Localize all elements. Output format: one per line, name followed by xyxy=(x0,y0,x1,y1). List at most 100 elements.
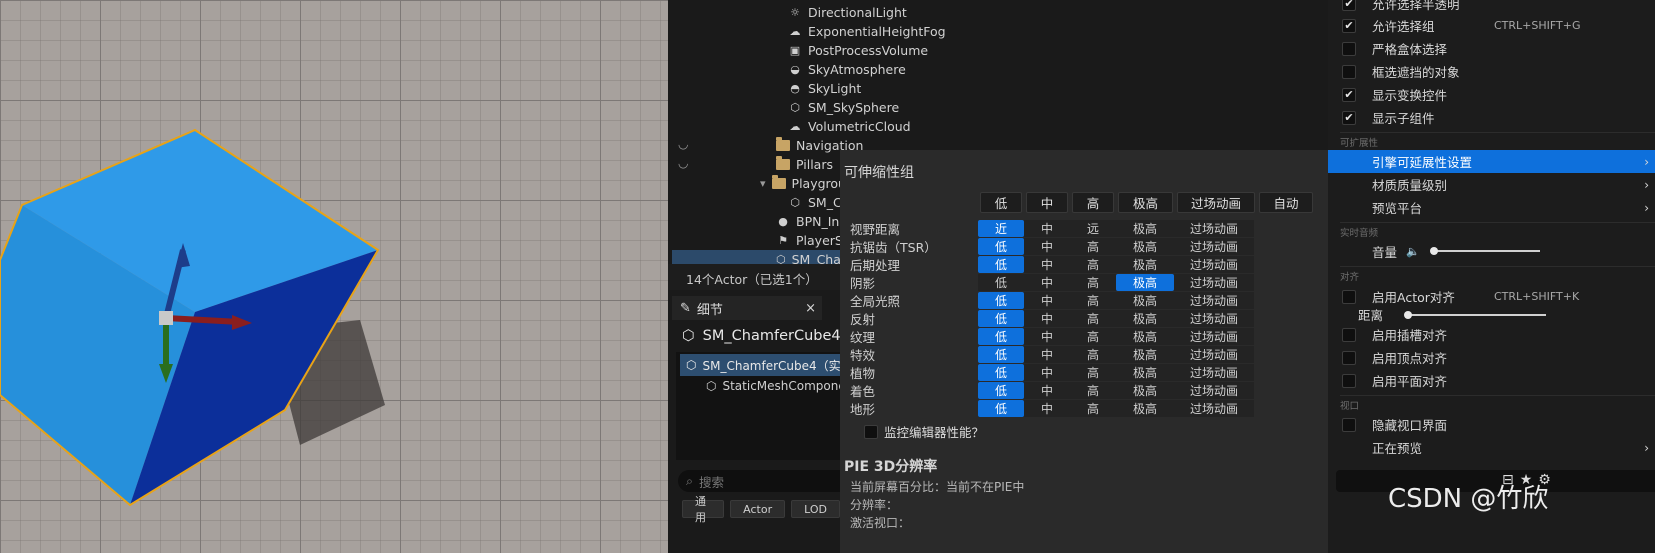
volume-slider-knob[interactable] xyxy=(1430,247,1438,255)
preset-medium-button[interactable]: 中 xyxy=(1026,192,1068,213)
scalability-option[interactable]: 高 xyxy=(1070,292,1116,309)
volume-slider[interactable] xyxy=(1434,250,1540,252)
scalability-option[interactable]: 远 xyxy=(1070,220,1116,237)
checkbox[interactable]: ✔ xyxy=(1342,87,1356,102)
scalability-option[interactable]: 中 xyxy=(1024,328,1070,345)
checkbox[interactable] xyxy=(1342,64,1356,79)
outliner-row[interactable]: ☁ VolumetricCloud xyxy=(788,117,911,136)
monitor-checkbox[interactable] xyxy=(864,424,878,439)
outliner-row[interactable]: ● BPN_Ins xyxy=(776,212,846,231)
checkbox[interactable] xyxy=(1342,350,1356,365)
filter-actor-button[interactable]: Actor xyxy=(730,500,786,518)
scalability-option[interactable]: 极高 xyxy=(1116,364,1174,381)
scalability-option[interactable]: 极高 xyxy=(1116,400,1174,417)
outliner-row[interactable]: ☁ ExponentialHeightFog xyxy=(788,22,946,41)
checkbox[interactable] xyxy=(1342,327,1356,342)
preset-high-button[interactable]: 高 xyxy=(1072,192,1114,213)
scalability-option[interactable]: 极高 xyxy=(1116,328,1174,345)
checkbox[interactable] xyxy=(1342,289,1356,304)
scalability-option[interactable]: 中 xyxy=(1024,292,1070,309)
checkbox[interactable] xyxy=(1342,41,1356,56)
outliner-row[interactable]: ▾ Playgrou xyxy=(760,174,846,193)
details-search-input[interactable]: ⌕ 搜索 xyxy=(678,470,840,492)
outliner-row[interactable]: ◓ SkyLight xyxy=(788,79,861,98)
scalability-option[interactable]: 中 xyxy=(1024,346,1070,363)
distance-slider-knob[interactable] xyxy=(1404,311,1412,319)
scalability-option[interactable]: 过场动画 xyxy=(1174,310,1254,327)
scalability-option[interactable]: 低 xyxy=(978,364,1024,381)
menu-item[interactable]: 严格盒体选择 xyxy=(1328,37,1655,60)
monitor-editor-performance[interactable]: 监控编辑器性能？ xyxy=(864,422,984,441)
scalability-option[interactable]: 近 xyxy=(978,220,1024,237)
outliner-row[interactable]: ◒ SkyAtmosphere xyxy=(788,60,906,79)
scalability-option[interactable]: 过场动画 xyxy=(1174,328,1254,345)
scalability-option[interactable]: 低 xyxy=(978,328,1024,345)
checkbox[interactable] xyxy=(1342,417,1356,432)
scalability-option[interactable]: 低 xyxy=(978,400,1024,417)
scalability-option[interactable]: 低 xyxy=(978,346,1024,363)
scalability-option[interactable]: 过场动画 xyxy=(1174,220,1254,237)
scalability-option[interactable]: 中 xyxy=(1024,364,1070,381)
details-tab[interactable]: ✎ 细节 × xyxy=(672,296,822,320)
scalability-option[interactable]: 中 xyxy=(1024,256,1070,273)
outliner-row[interactable]: ▣ PostProcessVolume xyxy=(788,41,928,60)
scalability-option[interactable]: 过场动画 xyxy=(1174,274,1254,291)
menu-item-submenu[interactable]: 材质质量级别 › xyxy=(1328,173,1655,196)
scalability-option[interactable]: 低 xyxy=(978,256,1024,273)
outliner-row[interactable]: ⬡ SM_SkySphere xyxy=(788,98,899,117)
preset-cinematic-button[interactable]: 过场动画 xyxy=(1177,192,1255,213)
scalability-option[interactable]: 过场动画 xyxy=(1174,292,1254,309)
scalability-option[interactable]: 极高 xyxy=(1116,256,1174,273)
checkbox[interactable] xyxy=(1342,373,1356,388)
scalability-option[interactable]: 高 xyxy=(1070,364,1116,381)
checkbox[interactable]: ✔ xyxy=(1342,0,1356,11)
menu-item[interactable]: ✔ 允许选择半透明 xyxy=(1328,0,1655,15)
scalability-option[interactable]: 过场动画 xyxy=(1174,256,1254,273)
scalability-option[interactable]: 低 xyxy=(978,292,1024,309)
scalability-option[interactable]: 极高 xyxy=(1116,292,1174,309)
close-icon[interactable]: × xyxy=(805,301,816,316)
preset-auto-button[interactable]: 自动 xyxy=(1259,192,1313,213)
scalability-option[interactable]: 高 xyxy=(1070,400,1116,417)
scalability-option[interactable]: 中 xyxy=(1024,238,1070,255)
scalability-option[interactable]: 中 xyxy=(1024,400,1070,417)
component-child[interactable]: ⬡ StaticMeshCompone xyxy=(706,379,846,393)
scalability-option[interactable]: 中 xyxy=(1024,274,1070,291)
scalability-option[interactable]: 极高 xyxy=(1116,382,1174,399)
volume-control[interactable]: 音量 🔈 xyxy=(1328,240,1655,263)
menu-item[interactable]: ✔ 显示子组件 xyxy=(1328,106,1655,129)
scalability-option[interactable]: 高 xyxy=(1070,274,1116,291)
scalability-option[interactable]: 高 xyxy=(1070,310,1116,327)
scalability-option[interactable]: 低 xyxy=(978,238,1024,255)
menu-item[interactable]: 启用插槽对齐 xyxy=(1328,323,1655,346)
scalability-option[interactable]: 过场动画 xyxy=(1174,238,1254,255)
scalability-option[interactable]: 中 xyxy=(1024,310,1070,327)
menu-item-submenu[interactable]: 预览平台 › xyxy=(1328,196,1655,219)
preset-epic-button[interactable]: 极高 xyxy=(1118,192,1173,213)
visibility-icon[interactable]: ◡ xyxy=(678,156,688,170)
checkbox[interactable]: ✔ xyxy=(1342,110,1356,125)
scalability-option[interactable]: 低 xyxy=(978,382,1024,399)
scalability-option[interactable]: 极高 xyxy=(1116,274,1174,291)
scalability-option[interactable]: 高 xyxy=(1070,328,1116,345)
scalability-option[interactable]: 高 xyxy=(1070,256,1116,273)
scalability-option[interactable]: 极高 xyxy=(1116,310,1174,327)
scalability-option[interactable]: 高 xyxy=(1070,238,1116,255)
scalability-option[interactable]: 中 xyxy=(1024,382,1070,399)
scalability-option[interactable]: 过场动画 xyxy=(1174,400,1254,417)
preset-low-button[interactable]: 低 xyxy=(980,192,1022,213)
filter-general-button[interactable]: 通用 xyxy=(682,495,725,524)
scalability-option[interactable]: 过场动画 xyxy=(1174,382,1254,399)
menu-item[interactable]: ✔ 显示变换控件 xyxy=(1328,83,1655,106)
scalability-option[interactable]: 高 xyxy=(1070,346,1116,363)
distance-slider[interactable] xyxy=(1408,314,1546,316)
scalability-option[interactable]: 极高 xyxy=(1116,238,1174,255)
menu-item[interactable]: 隐藏视口界面 xyxy=(1328,413,1655,436)
menu-item[interactable]: 启用平面对齐 xyxy=(1328,369,1655,392)
outliner-row[interactable]: ☼ DirectionalLight xyxy=(788,3,907,22)
visibility-icon[interactable]: ◡ xyxy=(678,137,688,151)
component-root[interactable]: ⬡ SM_ChamferCube4（实 xyxy=(680,354,840,376)
menu-item[interactable]: 框选遮挡的对象 xyxy=(1328,60,1655,83)
checkbox[interactable]: ✔ xyxy=(1342,18,1356,33)
expand-arrow-icon[interactable]: ▾ xyxy=(760,177,766,190)
